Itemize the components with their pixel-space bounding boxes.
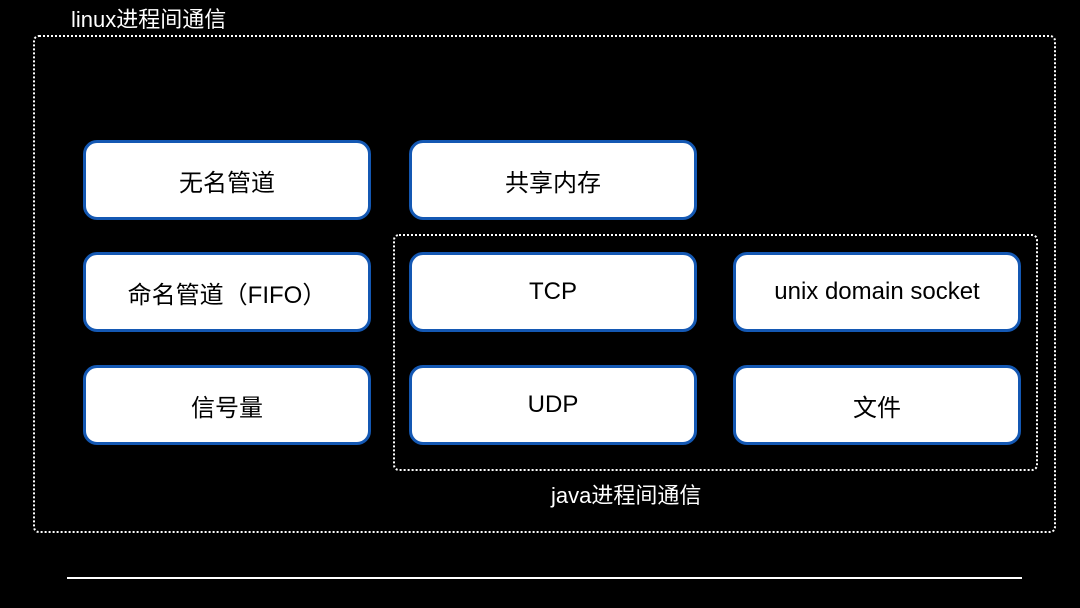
- box-label: 信号量: [191, 388, 263, 423]
- divider-line: [67, 577, 1022, 579]
- box-label: 无名管道: [179, 163, 275, 198]
- box-file: 文件: [733, 365, 1021, 445]
- box-label: UDP: [528, 391, 579, 419]
- linux-ipc-title: linux进程间通信: [65, 2, 232, 34]
- box-shared-memory: 共享内存: [409, 140, 697, 220]
- box-semaphore: 信号量: [83, 365, 371, 445]
- box-named-pipe: 命名管道（FIFO）: [83, 252, 371, 332]
- box-label: 文件: [853, 388, 901, 423]
- box-tcp: TCP: [409, 252, 697, 332]
- java-ipc-title: java进程间通信: [545, 478, 707, 510]
- box-anonymous-pipe: 无名管道: [83, 140, 371, 220]
- box-label: unix domain socket: [774, 278, 979, 306]
- box-label: 共享内存: [505, 163, 601, 198]
- box-unix-domain-socket: unix domain socket: [733, 252, 1021, 332]
- box-udp: UDP: [409, 365, 697, 445]
- box-label: TCP: [529, 278, 577, 306]
- box-label: 命名管道（FIFO）: [128, 275, 327, 310]
